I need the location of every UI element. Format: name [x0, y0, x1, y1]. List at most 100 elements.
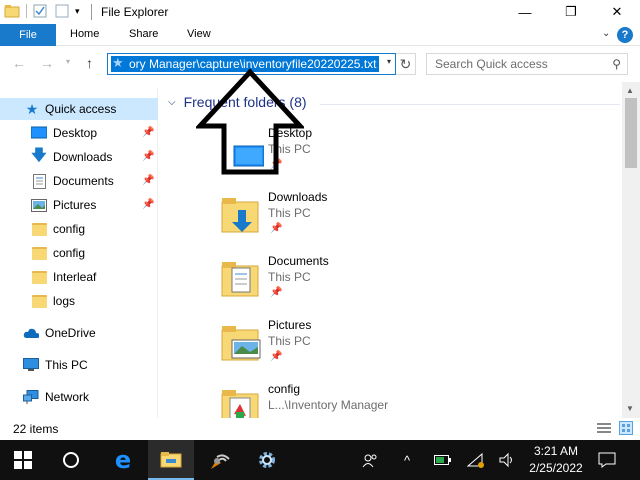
details-view-icon[interactable] [597, 422, 611, 437]
address-dropdown-icon[interactable]: ▾ [387, 57, 391, 66]
sidebar-item-quick-access[interactable]: ★ Quick access [0, 98, 158, 120]
close-button[interactable]: ✕ [594, 0, 640, 24]
tile-location: This PC [268, 334, 311, 348]
chevron-down-icon[interactable]: ⌵ [168, 97, 176, 108]
battery-icon[interactable] [434, 440, 452, 480]
navigation-pane: ★ Quick access Desktop 📌 🡇 Downloads 📌 D… [0, 88, 158, 418]
star-icon: ★ [25, 100, 39, 117]
qat-dropdown-icon[interactable]: ▾ [75, 6, 80, 17]
divider [320, 104, 620, 105]
search-icon[interactable]: ⚲ [612, 57, 621, 71]
volume-icon[interactable] [498, 440, 516, 480]
sidebar-item-onedrive[interactable]: OneDrive [0, 322, 158, 344]
documents-icon [31, 173, 47, 189]
tile-location: L...\Inventory Manager [268, 398, 389, 412]
clock-time: 3:21 AM [533, 444, 579, 458]
network-status-icon[interactable] [466, 440, 484, 480]
scroll-up-icon[interactable]: ▲ [626, 86, 634, 95]
tile-name: Pictures [268, 318, 312, 332]
help-button[interactable]: ? [617, 27, 633, 43]
tab-view[interactable]: View [187, 28, 211, 40]
forward-icon[interactable]: → [40, 55, 54, 71]
ribbon-expand-icon[interactable]: ⌄ [602, 28, 610, 39]
tab-file[interactable]: File [0, 24, 56, 46]
minimize-button[interactable]: — [502, 0, 548, 24]
folder-icon [4, 5, 20, 18]
sidebar-item-logs[interactable]: logs [0, 290, 158, 312]
pictures-folder-icon [220, 318, 264, 362]
taskbar-settings[interactable] [244, 440, 290, 480]
sidebar-item-label: logs [53, 294, 76, 308]
sidebar-item-desktop[interactable]: Desktop 📌 [0, 122, 158, 144]
sidebar-item-label: Interleaf [53, 270, 97, 284]
tile-location: This PC [268, 270, 311, 284]
status-bar: 22 items [0, 418, 640, 440]
sidebar-item-documents[interactable]: Documents 📌 [0, 170, 158, 192]
tile-pictures[interactable]: Pictures This PC 📌 [220, 318, 600, 374]
sidebar-item-network[interactable]: Network [0, 386, 158, 408]
folder-icon [31, 221, 47, 237]
title-bar: ▾ File Explorer — ❐ ✕ [0, 0, 640, 24]
scrollbar-thumb[interactable] [625, 98, 637, 168]
folder-icon [31, 293, 47, 309]
scroll-down-icon[interactable]: ▼ [626, 404, 634, 413]
divider [26, 4, 27, 18]
documents-folder-icon [220, 254, 264, 298]
config-folder-icon [220, 382, 264, 418]
folder-icon [31, 245, 47, 261]
system-clock[interactable]: 3:21 AM 2/25/2022 [526, 443, 586, 477]
taskbar: e ^ 3:21 AM 2/25/2022 [0, 440, 640, 480]
tile-location: This PC [268, 206, 311, 220]
tile-config[interactable]: config L...\Inventory Manager [220, 382, 600, 418]
sidebar-item-config[interactable]: config [0, 218, 158, 240]
pin-icon[interactable]: 📌 [270, 223, 282, 234]
tile-downloads[interactable]: Downloads This PC 📌 [220, 190, 600, 246]
vertical-scrollbar[interactable]: ▲ ▼ [622, 82, 640, 418]
people-icon[interactable] [362, 440, 378, 480]
pin-icon[interactable]: 📌 [270, 287, 282, 298]
satellite-app-icon [211, 454, 230, 469]
start-button[interactable] [0, 440, 46, 480]
sidebar-item-label: Network [45, 390, 90, 404]
pin-icon[interactable]: 📌 [270, 351, 282, 362]
pin-icon[interactable]: 📌 [142, 127, 154, 138]
pin-icon[interactable]: 📌 [142, 175, 154, 186]
file-explorer-icon [160, 452, 182, 468]
tile-documents[interactable]: Documents This PC 📌 [220, 254, 600, 310]
folder-icon [31, 269, 47, 285]
new-folder-icon[interactable] [55, 4, 69, 18]
pin-icon[interactable]: 📌 [142, 199, 154, 210]
recent-locations-icon[interactable]: ▾ [66, 57, 70, 66]
sidebar-item-downloads[interactable]: 🡇 Downloads 📌 [0, 146, 158, 168]
taskbar-file-explorer[interactable] [148, 440, 194, 480]
tiles-view-icon[interactable] [619, 421, 633, 438]
sidebar-item-config[interactable]: config [0, 242, 158, 264]
sidebar-item-label: Documents [53, 174, 114, 188]
properties-icon[interactable] [33, 4, 47, 18]
quick-access-toolbar: ▾ [4, 4, 80, 18]
taskbar-edge[interactable]: e [100, 440, 146, 480]
cortana-button[interactable] [48, 440, 94, 480]
pin-icon[interactable]: 📌 [142, 151, 154, 162]
clock-date: 2/25/2022 [529, 461, 583, 475]
sidebar-item-this-pc[interactable]: This PC [0, 354, 158, 376]
sidebar-item-interleaf[interactable]: Interleaf [0, 266, 158, 288]
show-hidden-icons-icon[interactable]: ^ [404, 440, 410, 480]
up-icon[interactable]: ↑ [86, 55, 93, 71]
back-icon[interactable]: ← [12, 55, 26, 71]
sidebar-item-label: config [53, 246, 86, 260]
tab-share[interactable]: Share [129, 28, 158, 40]
network-icon [23, 389, 39, 405]
notifications-icon[interactable] [598, 440, 616, 480]
refresh-icon[interactable]: ↻ [396, 53, 416, 75]
tile-name: Documents [268, 254, 329, 268]
sidebar-item-pictures[interactable]: Pictures 📌 [0, 194, 158, 216]
maximize-button[interactable]: ❐ [548, 0, 594, 24]
tab-home[interactable]: Home [70, 28, 99, 40]
search-input[interactable]: Search Quick access [435, 57, 548, 71]
computer-icon [23, 357, 39, 373]
taskbar-app[interactable] [196, 440, 242, 480]
sidebar-item-label: Pictures [53, 198, 97, 212]
sidebar-item-label: Desktop [53, 126, 98, 140]
search-box[interactable]: Search Quick access ⚲ [426, 53, 628, 75]
